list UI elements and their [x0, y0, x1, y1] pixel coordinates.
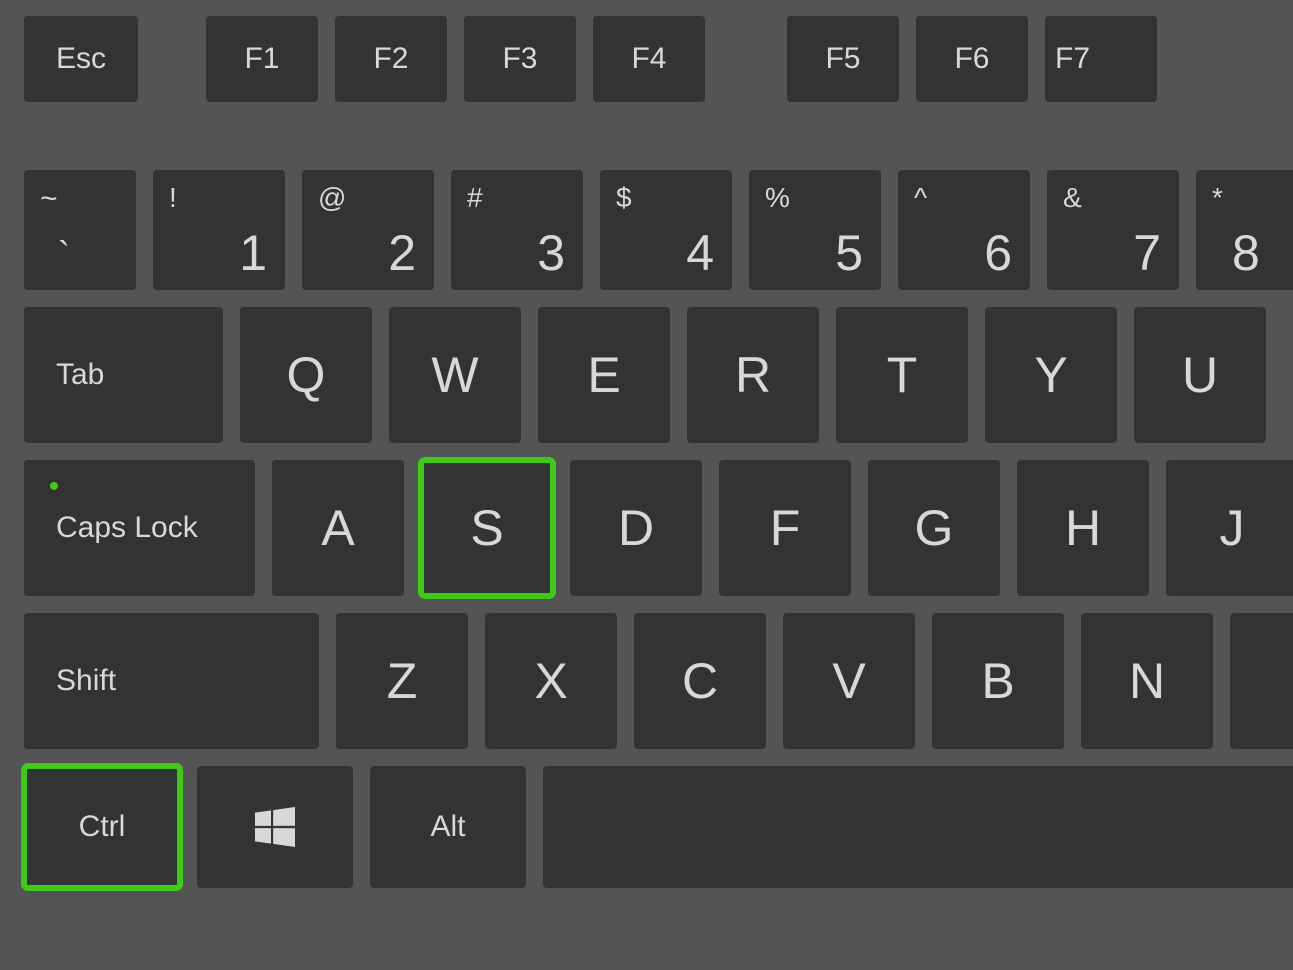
key-label: N [1129, 652, 1165, 710]
key-label: 8 [1232, 224, 1260, 282]
key-label: F6 [954, 42, 989, 76]
key-alt[interactable]: Alt [370, 766, 526, 888]
key-label: U [1182, 346, 1218, 404]
key-symbol: # [467, 182, 483, 214]
key-g[interactable]: G [868, 460, 1000, 596]
key-label: S [470, 499, 503, 557]
key-n[interactable]: N [1081, 613, 1213, 749]
key-label: B [981, 652, 1014, 710]
key-label: Ctrl [79, 810, 126, 844]
key-label: 7 [1133, 224, 1161, 282]
key-d[interactable]: D [570, 460, 702, 596]
key-f2[interactable]: F2 [335, 16, 447, 102]
key-v[interactable]: V [783, 613, 915, 749]
key-symbol: & [1063, 182, 1082, 214]
key-label: Caps Lock [56, 511, 198, 545]
keyboard-diagram: Esc F1 F2 F3 F4 F5 F6 F7 ~ ` ! 1 @ 2 # 3… [0, 0, 1293, 970]
key-label: G [915, 499, 954, 557]
key-label: F3 [502, 42, 537, 76]
key-b[interactable]: B [932, 613, 1064, 749]
key-caps-lock[interactable]: Caps Lock [24, 460, 255, 596]
key-5[interactable]: % 5 [749, 170, 881, 290]
key-h[interactable]: H [1017, 460, 1149, 596]
key-label: 5 [835, 224, 863, 282]
key-label: 4 [686, 224, 714, 282]
key-y[interactable]: Y [985, 307, 1117, 443]
key-label: F2 [373, 42, 408, 76]
key-label: R [735, 346, 771, 404]
key-z[interactable]: Z [336, 613, 468, 749]
key-ctrl[interactable]: Ctrl [24, 766, 180, 888]
key-f3[interactable]: F3 [464, 16, 576, 102]
key-symbol: ~ [40, 182, 58, 216]
key-r[interactable]: R [687, 307, 819, 443]
key-label: H [1065, 499, 1101, 557]
key-label: F5 [825, 42, 860, 76]
key-label: D [618, 499, 654, 557]
key-t[interactable]: T [836, 307, 968, 443]
key-f[interactable]: F [719, 460, 851, 596]
key-symbol: ! [169, 182, 177, 214]
key-tab[interactable]: Tab [24, 307, 223, 443]
key-f6[interactable]: F6 [916, 16, 1028, 102]
key-label: Esc [56, 42, 106, 76]
key-label: Shift [56, 664, 116, 698]
key-label: 2 [388, 224, 416, 282]
key-6[interactable]: ^ 6 [898, 170, 1030, 290]
key-label: Tab [56, 358, 104, 392]
key-symbol: ^ [914, 182, 927, 214]
key-symbol: % [765, 182, 790, 214]
key-1[interactable]: ! 1 [153, 170, 285, 290]
key-q[interactable]: Q [240, 307, 372, 443]
key-windows[interactable] [197, 766, 353, 888]
key-label: V [832, 652, 865, 710]
key-j[interactable]: J [1166, 460, 1293, 596]
key-f4[interactable]: F4 [593, 16, 705, 102]
key-e[interactable]: E [538, 307, 670, 443]
key-m[interactable] [1230, 613, 1293, 749]
key-label: C [682, 652, 718, 710]
key-shift[interactable]: Shift [24, 613, 319, 749]
key-symbol: * [1212, 182, 1223, 214]
key-label: 1 [239, 224, 267, 282]
key-w[interactable]: W [389, 307, 521, 443]
key-c[interactable]: C [634, 613, 766, 749]
key-label: Alt [430, 810, 465, 844]
windows-logo-icon [253, 807, 297, 847]
key-s[interactable]: S [421, 460, 553, 596]
key-2[interactable]: @ 2 [302, 170, 434, 290]
key-7[interactable]: & 7 [1047, 170, 1179, 290]
key-8[interactable]: * 8 [1196, 170, 1293, 290]
key-label: W [431, 346, 478, 404]
key-esc[interactable]: Esc [24, 16, 138, 102]
key-label: J [1220, 499, 1245, 557]
key-f1[interactable]: F1 [206, 16, 318, 102]
key-label: F [770, 499, 801, 557]
key-tilde[interactable]: ~ ` [24, 170, 136, 290]
key-space[interactable] [543, 766, 1293, 888]
key-label: F7 [1055, 42, 1090, 76]
key-label: Y [1034, 346, 1067, 404]
key-a[interactable]: A [272, 460, 404, 596]
caps-lock-led-icon [50, 482, 58, 490]
key-4[interactable]: $ 4 [600, 170, 732, 290]
key-label: T [887, 346, 918, 404]
key-label: Q [287, 346, 326, 404]
key-x[interactable]: X [485, 613, 617, 749]
key-label: E [587, 346, 620, 404]
key-label: X [534, 652, 567, 710]
key-u[interactable]: U [1134, 307, 1266, 443]
key-label: Z [387, 652, 418, 710]
key-symbol: @ [318, 182, 346, 214]
key-label: 6 [984, 224, 1012, 282]
key-label: 3 [537, 224, 565, 282]
key-label: F1 [244, 42, 279, 76]
key-label: ` [58, 234, 70, 276]
key-3[interactable]: # 3 [451, 170, 583, 290]
key-symbol: $ [616, 182, 632, 214]
key-label: A [321, 499, 354, 557]
key-f5[interactable]: F5 [787, 16, 899, 102]
key-label: F4 [631, 42, 666, 76]
key-f7[interactable]: F7 [1045, 16, 1157, 102]
